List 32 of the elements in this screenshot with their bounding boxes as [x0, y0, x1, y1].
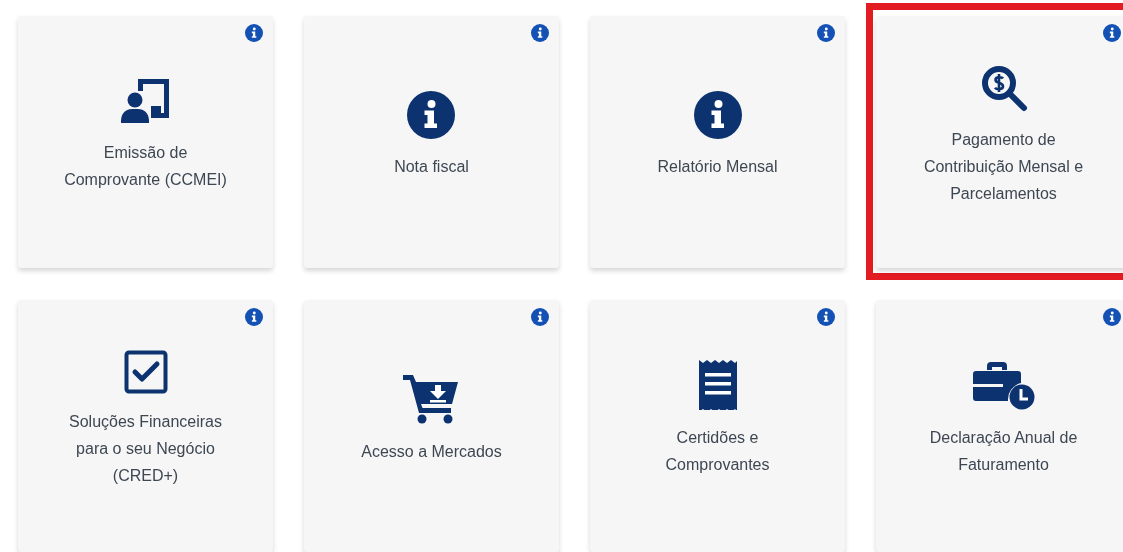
info-icon[interactable] [245, 24, 263, 42]
service-card[interactable]: Declaração Anual de Faturamento [876, 300, 1123, 552]
service-card[interactable]: Soluções Financeiras para o seu Negócio (CRED+) [18, 300, 273, 552]
service-label: Relatório Mensal [657, 156, 778, 177]
service-label: Emissão de Comprovante (CCMEI) [63, 143, 228, 190]
info-icon [693, 90, 742, 139]
service-label: Acesso a Mercados [361, 441, 502, 462]
info-icon[interactable] [1103, 24, 1121, 42]
person-screen-icon [120, 77, 171, 125]
receipt-icon [698, 360, 737, 410]
service-card[interactable]: Relatório Mensal [590, 16, 845, 268]
service-label: Nota fiscal [394, 156, 469, 177]
info-icon[interactable] [817, 24, 835, 42]
checkbox-icon [123, 349, 168, 394]
info-icon[interactable] [1103, 308, 1121, 326]
service-card[interactable]: Acesso a Mercados [304, 300, 559, 552]
briefcase-clock-icon [972, 360, 1035, 410]
dollar-search-icon [979, 63, 1028, 112]
service-label: Certidões e Comprovantes [664, 428, 771, 475]
service-card[interactable]: Nota fiscal [304, 16, 559, 268]
service-label: Soluções Financeiras para o seu Negócio (CRED+) [68, 411, 223, 486]
service-label: Pagamento de Contribuição Mensal e Parcelamentos [922, 129, 1085, 204]
service-card[interactable]: Emissão de Comprovante (CCMEI) [18, 16, 273, 268]
cart-icon [403, 373, 460, 424]
info-icon[interactable] [817, 308, 835, 326]
info-icon[interactable] [245, 308, 263, 326]
info-icon [407, 90, 456, 139]
info-icon[interactable] [531, 308, 549, 326]
service-card[interactable]: Certidões e Comprovantes [590, 300, 845, 552]
service-label: Declaração Anual de Faturamento [928, 428, 1079, 475]
service-card[interactable]: Pagamento de Contribuição Mensal e Parcelamentos [876, 16, 1123, 268]
info-icon[interactable] [531, 24, 549, 42]
